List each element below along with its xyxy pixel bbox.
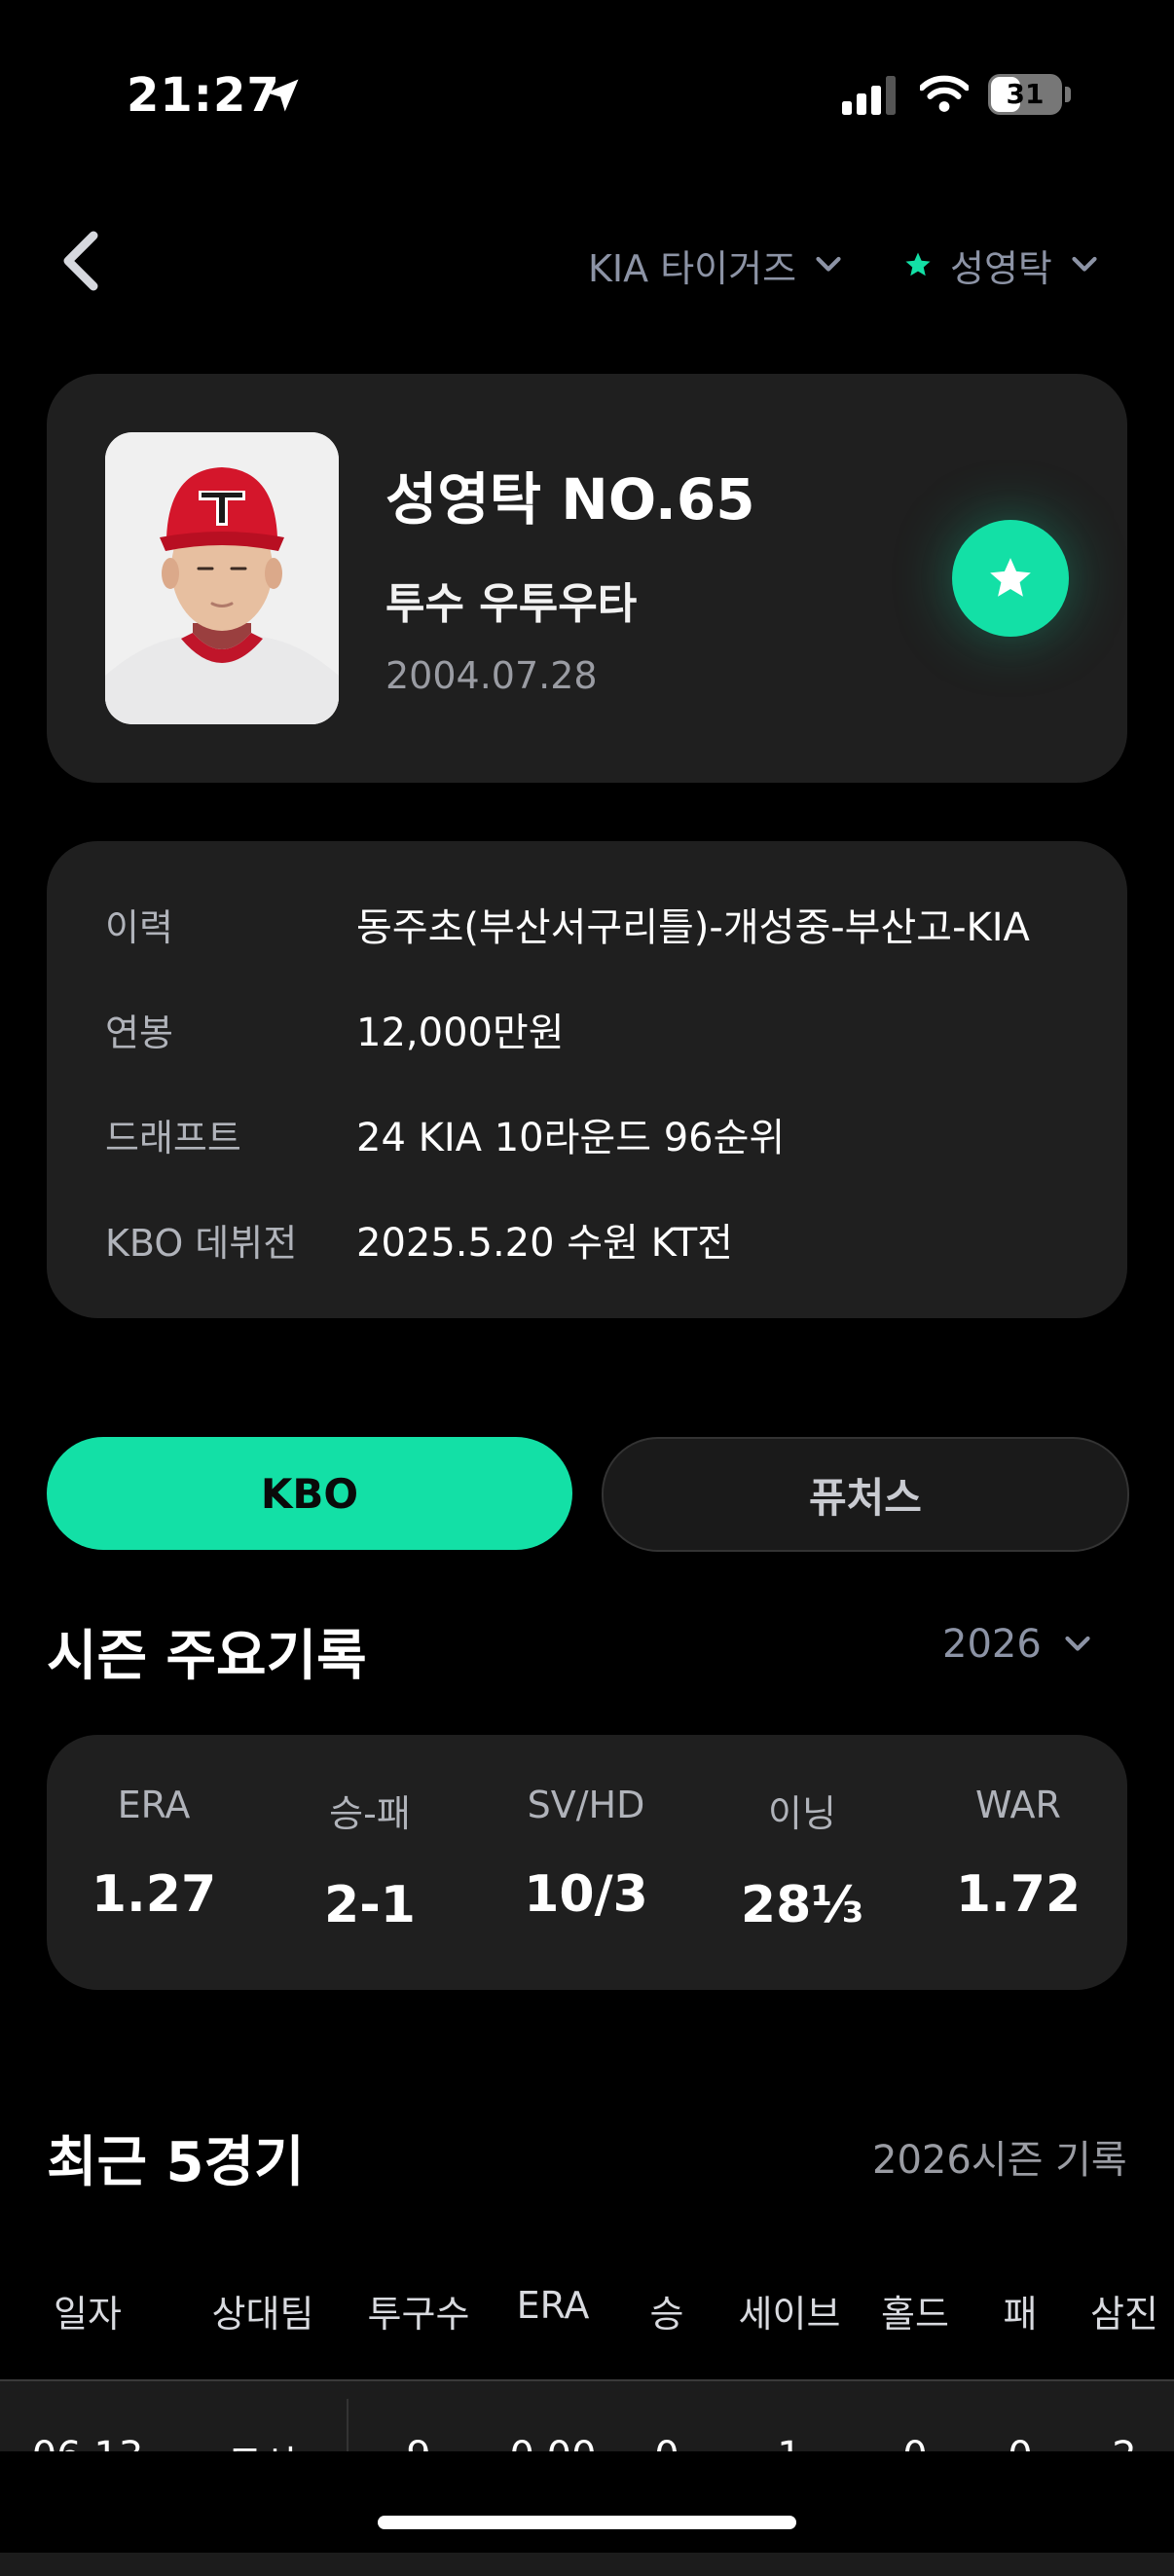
recent-games-title: 최근 5경기 <box>47 2131 305 2194</box>
stat-value: 1.27 <box>91 1865 217 1924</box>
battery-level: 31 <box>1006 78 1045 110</box>
recent-games-subtitle: 2026시즌 기록 <box>872 2138 1127 2183</box>
player-birthdate: 2004.07.28 <box>385 654 598 697</box>
stat-war: WAR 1.72 <box>911 1784 1125 1924</box>
season-year-label: 2026 <box>942 1622 1042 1667</box>
stat-win-loss: 승-패 2-1 <box>263 1784 477 1934</box>
player-selector[interactable]: 성영탁 <box>903 238 1099 292</box>
stat-innings: 이닝 28⅓ <box>695 1784 909 1934</box>
player-selector-label: 성영탁 <box>950 246 1052 290</box>
star-icon <box>905 252 931 276</box>
info-value-salary: 12,000만원 <box>356 1011 565 1055</box>
stat-era: ERA 1.27 <box>47 1784 261 1924</box>
column-header-date: 일자 <box>54 2293 122 2336</box>
column-header-hold: 홀드 <box>881 2293 949 2336</box>
stat-label: 이닝 <box>768 1792 836 1835</box>
info-value-draft: 24 KIA 10라운드 96순위 <box>356 1116 786 1160</box>
back-chevron-icon[interactable] <box>55 230 109 292</box>
status-time: 21:27 <box>127 68 280 123</box>
column-header-loss: 패 <box>1003 2293 1038 2336</box>
stat-label: ERA <box>117 1784 191 1826</box>
column-header-opponent: 상대팀 <box>211 2293 314 2336</box>
column-header-pitches: 투구수 <box>367 2293 470 2336</box>
star-icon <box>990 558 1031 597</box>
player-photo <box>105 432 339 724</box>
stat-value: 28⅓ <box>740 1876 864 1934</box>
column-header-strikeouts: 삼진 <box>1090 2293 1158 2336</box>
tab-kbo[interactable]: KBO <box>47 1437 572 1550</box>
location-arrow-icon <box>266 79 299 112</box>
column-header-era: ERA <box>516 2284 590 2327</box>
column-header-win: 승 <box>649 2293 684 2336</box>
chevron-down-icon <box>816 256 841 272</box>
column-header-save: 세이브 <box>738 2293 841 2336</box>
info-label-draft: 드래프트 <box>105 1117 241 1159</box>
favorite-button[interactable] <box>952 520 1069 637</box>
stat-value: 1.72 <box>955 1865 1082 1924</box>
stat-value: 10/3 <box>524 1865 648 1924</box>
info-value-career: 동주초(부산서구리틀)-개성중-부산고-KIA <box>356 905 1030 950</box>
chevron-down-icon <box>1072 256 1097 272</box>
info-value-debut: 2025.5.20 수원 KT전 <box>356 1221 733 1266</box>
team-selector[interactable]: KIA 타이거즈 <box>588 238 843 292</box>
player-name-number: 성영탁 NO.65 <box>385 466 755 533</box>
season-year-selector[interactable]: 2026 <box>942 1622 1092 1667</box>
bottom-safe-area <box>0 2451 1174 2553</box>
cellular-signal-icon <box>842 76 896 115</box>
team-selector-label: KIA 타이거즈 <box>588 246 797 290</box>
stat-label: 승-패 <box>329 1792 411 1835</box>
player-portrait-image <box>105 432 339 724</box>
stat-value: 2-1 <box>324 1876 416 1934</box>
info-label-salary: 연봉 <box>105 1012 173 1054</box>
stat-sv-hd: SV/HD 10/3 <box>479 1784 693 1924</box>
home-indicator[interactable] <box>378 2516 796 2529</box>
player-position: 투수 우투우타 <box>385 579 638 629</box>
tab-futures[interactable]: 퓨처스 <box>602 1437 1129 1552</box>
stat-label: WAR <box>975 1784 1061 1826</box>
chevron-down-icon <box>1065 1636 1090 1651</box>
stat-label: SV/HD <box>527 1784 645 1826</box>
wifi-icon <box>920 75 969 112</box>
season-stats-title: 시즌 주요기록 <box>47 1625 367 1688</box>
info-label-career: 이력 <box>105 906 173 949</box>
battery-icon: 31 <box>988 74 1072 115</box>
info-label-debut: KBO 데뷔전 <box>105 1222 298 1265</box>
